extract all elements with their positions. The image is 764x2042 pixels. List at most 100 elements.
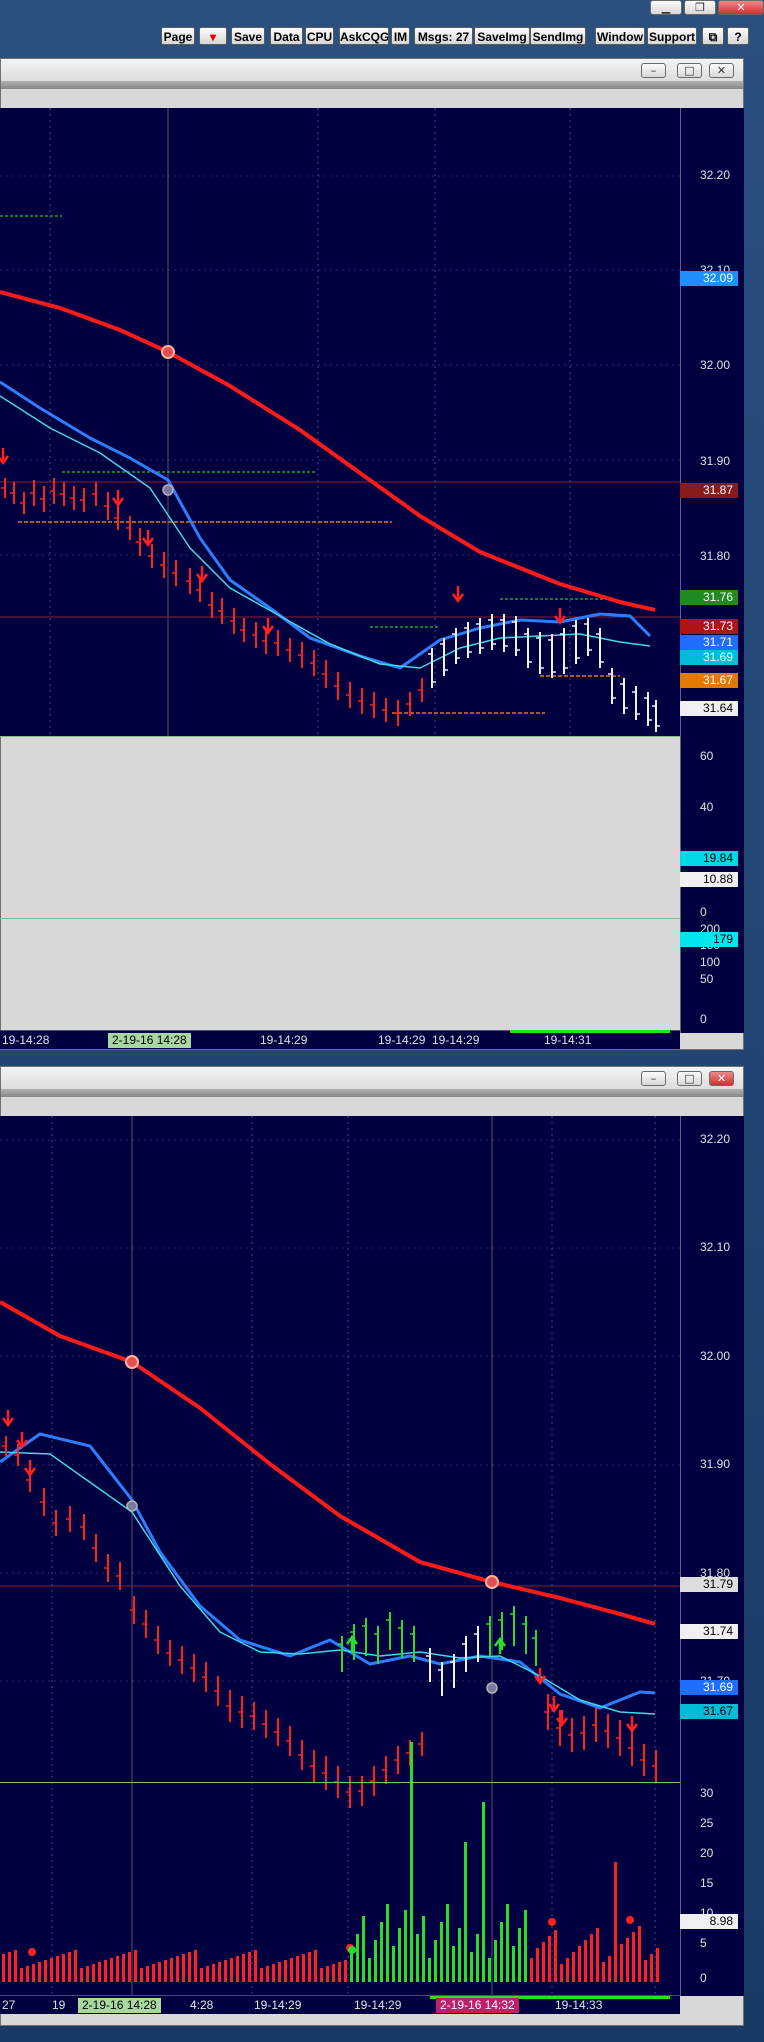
moving-average-line (0, 1451, 656, 1715)
maximize-button[interactable]: ❐ (684, 0, 716, 15)
data-button[interactable]: Data (270, 27, 303, 45)
crossover-marker (161, 345, 175, 359)
volume-bar (596, 1928, 599, 1982)
volume-bar (38, 1962, 41, 1982)
restore-button[interactable]: ⧉ (702, 27, 724, 45)
signal-dot (28, 1948, 36, 1956)
price-badge: 32.09 (680, 271, 738, 286)
support-button[interactable]: Support (647, 27, 697, 45)
page-button[interactable]: Page (161, 27, 195, 45)
price-axis-top (680, 108, 744, 1033)
down-arrow-icon (111, 490, 125, 508)
down-arrow-icon (451, 586, 465, 604)
window-maximize-button[interactable]: □ (677, 63, 702, 78)
cpu-button[interactable]: CPU (305, 27, 334, 45)
price-chart-bottom[interactable] (0, 1116, 680, 1996)
time-label: 19-14:33 (555, 1998, 603, 2012)
price-chart-top[interactable] (0, 108, 680, 736)
down-arrow-icon (23, 1460, 37, 1478)
volume-bar (602, 1962, 605, 1982)
save-button[interactable]: Save (231, 27, 265, 45)
price-label: 31.90 (700, 454, 731, 468)
send-image-button[interactable]: SendImg (530, 27, 586, 45)
volume-bar (632, 1932, 635, 1982)
window-maximize-button[interactable]: □ (677, 1071, 702, 1086)
volume-bar (272, 1964, 275, 1982)
messages-button[interactable]: Msgs: 27 (414, 27, 473, 45)
down-arrow-icon (1, 1410, 15, 1428)
volume-bar (308, 1952, 311, 1982)
volume-bar (638, 1926, 641, 1982)
price-chart-bottom-svg (0, 1116, 680, 1996)
volume-bar (62, 1954, 65, 1982)
time-label: 19-14:29 (260, 1033, 308, 1047)
volume-bar (110, 1958, 113, 1982)
volume-bar (572, 1952, 575, 1982)
restore-icon: ⧉ (708, 30, 718, 44)
volume-bar (422, 1916, 425, 1982)
volume-bar (320, 1968, 323, 1982)
volume-bar (236, 1956, 239, 1982)
down-arrow-icon (0, 448, 10, 466)
oscillator-badge: 10.88 (680, 872, 738, 887)
volume-bar (656, 1948, 659, 1982)
volume-bar (200, 1968, 203, 1982)
volume-bar (80, 1968, 83, 1982)
volume-label: 5 (700, 1936, 707, 1950)
volume-bar (404, 1910, 407, 1982)
pane-separator (0, 918, 680, 919)
volume-bar (302, 1954, 305, 1982)
askcqg-button[interactable]: AskCQG (339, 27, 389, 45)
time-label: 19-14:31 (544, 1033, 592, 1047)
oscillator-label: 60 (700, 749, 714, 763)
volume-bar (614, 1862, 617, 1982)
help-button[interactable]: ? (727, 27, 749, 45)
signal-dot (626, 1916, 634, 1924)
volume-bar (608, 1956, 611, 1982)
dropdown-button[interactable]: ▾ (199, 27, 227, 45)
price-chart-top-svg (0, 108, 680, 736)
volume-bar (368, 1958, 371, 1982)
volume-bar (428, 1958, 431, 1982)
signal-dot (348, 1946, 356, 1954)
window-close-button[interactable]: ✕ (709, 1071, 734, 1086)
window-close-button[interactable]: ✕ (709, 63, 734, 78)
save-image-button[interactable]: SaveImg (474, 27, 530, 45)
volume-bar (530, 1958, 533, 1982)
volume-bar (182, 1954, 185, 1982)
volume-bar (14, 1950, 17, 1982)
window-titlebar[interactable]: – □ ✕ (1, 1067, 743, 1089)
volume-bar (230, 1958, 233, 1982)
price-badge: 31.67 (680, 1704, 738, 1719)
price-label: 31.90 (700, 1457, 731, 1471)
window-button[interactable]: Window (595, 27, 645, 45)
volume-bar (20, 1968, 23, 1982)
crossover-marker (125, 1355, 139, 1369)
crossover-marker (486, 1682, 498, 1694)
dropdown-arrow-icon: ▾ (209, 30, 217, 44)
volume-bar (476, 1934, 479, 1982)
volume-label: 0 (700, 1971, 707, 1985)
volume-bar (344, 1960, 347, 1982)
volume-bar (506, 1904, 509, 1982)
volume-bar (380, 1922, 383, 1982)
volume-bar (56, 1956, 59, 1982)
volume-bar (158, 1962, 161, 1982)
down-arrow-icon (195, 566, 209, 584)
window-titlebar[interactable]: – □ ✕ (1, 59, 743, 81)
window-minimize-button[interactable]: – (641, 1071, 666, 1086)
window-minimize-button[interactable]: – (641, 63, 666, 78)
time-label: 4:28 (190, 1998, 214, 2012)
close-button[interactable]: ✕ (718, 0, 764, 15)
price-label: 32.20 (700, 168, 731, 182)
im-button[interactable]: IM (391, 27, 410, 45)
volume-bar (86, 1966, 89, 1982)
down-arrow-icon (261, 618, 275, 636)
volume-bar (2, 1954, 5, 1982)
volume-bar (464, 1842, 467, 1982)
minimize-button[interactable]: ▁ (650, 0, 682, 15)
down-arrow-icon (141, 530, 155, 548)
price-badge: 31.69 (680, 1680, 738, 1695)
down-arrow-icon (625, 1716, 639, 1734)
volume-bar (50, 1958, 53, 1982)
